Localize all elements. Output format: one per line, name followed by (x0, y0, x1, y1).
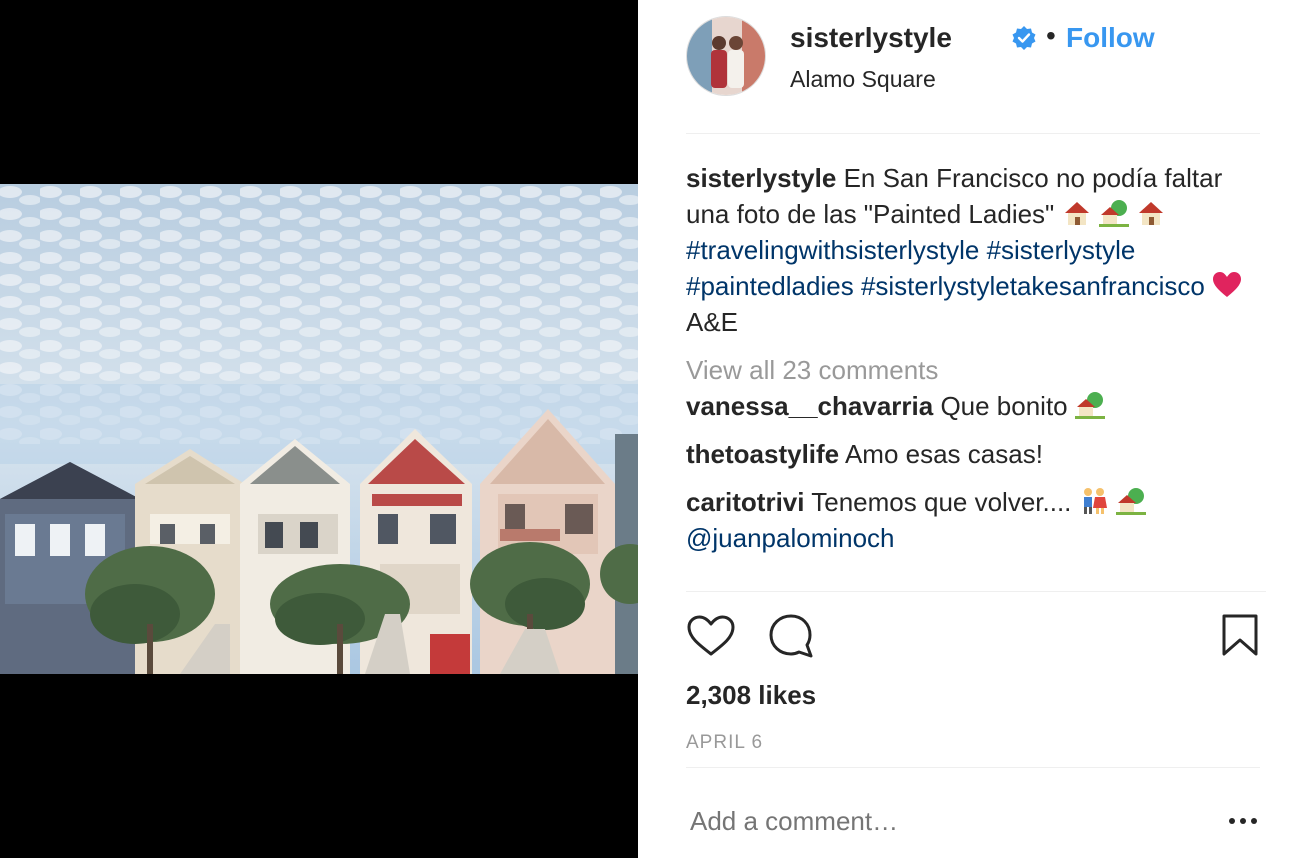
comment-text: Tenemos que volver.... (811, 487, 1072, 517)
post-date[interactable]: APRIL 6 (686, 732, 763, 754)
house-emoji-icon (1136, 199, 1166, 227)
house-with-garden-emoji-icon (1115, 487, 1146, 515)
add-comment-input[interactable] (690, 806, 1190, 837)
action-bar (686, 612, 1260, 664)
house-with-garden-emoji-icon (1074, 391, 1105, 419)
comment-item: thetoastylife Amo esas casas! (686, 436, 1266, 472)
media-panel (0, 0, 638, 858)
avatar[interactable] (686, 16, 766, 96)
comment-text: Amo esas casas! (844, 439, 1043, 469)
hashtag-link[interactable]: #sisterlystyle (987, 235, 1136, 265)
comment-username[interactable]: thetoastylife (686, 439, 839, 469)
comment-item: vanessa__chavarria Que bonito (686, 388, 1266, 424)
separator-dot: • (1046, 20, 1056, 51)
follow-button[interactable]: Follow (1066, 22, 1155, 54)
post-sidebar: sisterlystyle • Follow Alamo Square sist… (638, 0, 1290, 858)
username-link[interactable]: sisterlystyle (790, 22, 952, 54)
comment-username[interactable]: vanessa__chavarria (686, 391, 933, 421)
divider (686, 767, 1260, 768)
hashtag-link[interactable]: #sisterlystyletakesanfrancisco (861, 271, 1205, 301)
view-all-comments-link[interactable]: View all 23 comments (686, 352, 1266, 388)
bookmark-icon[interactable] (1216, 612, 1266, 662)
red-heart-emoji-icon (1212, 271, 1242, 299)
house-emoji-icon (1062, 199, 1092, 227)
comment-icon[interactable] (766, 612, 816, 662)
more-icon[interactable] (1226, 806, 1260, 836)
caption-tail: A&E (686, 307, 739, 337)
caption: sisterlystyle En San Francisco no podía … (686, 160, 1266, 340)
verified-badge-icon (1011, 25, 1037, 51)
comment-text: Que bonito (940, 391, 1068, 421)
hashtag-link[interactable]: #travelingwithsisterlystyle (686, 235, 979, 265)
house-with-garden-emoji-icon (1098, 199, 1129, 227)
comment-username[interactable]: caritotrivi (686, 487, 805, 517)
post-header: sisterlystyle • Follow Alamo Square (686, 16, 1260, 134)
post-photo[interactable] (0, 184, 638, 674)
instagram-post-view: sisterlystyle • Follow Alamo Square sist… (0, 0, 1290, 858)
location-link[interactable]: Alamo Square (790, 66, 936, 93)
mention-link[interactable]: @juanpalominoch (686, 523, 895, 553)
heart-icon[interactable] (686, 612, 736, 662)
comment-item: caritotrivi Tenemos que volver.... @juan… (686, 484, 1266, 556)
hashtag-link[interactable]: #paintedladies (686, 271, 854, 301)
caption-username[interactable]: sisterlystyle (686, 163, 836, 193)
couple-emoji-icon (1079, 487, 1109, 515)
likes-count[interactable]: 2,308 likes (686, 680, 816, 711)
comments-list[interactable]: sisterlystyle En San Francisco no podía … (686, 160, 1266, 592)
